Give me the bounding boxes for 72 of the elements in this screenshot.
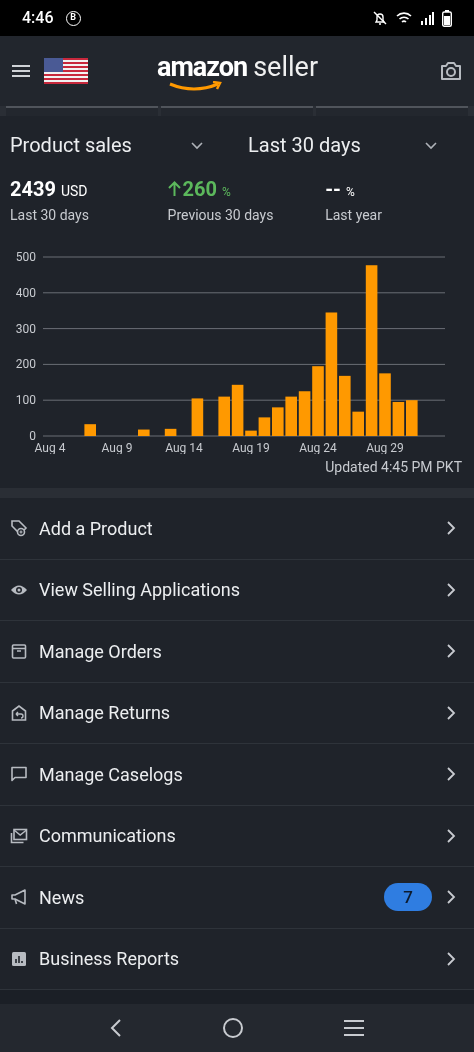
- stat-label: Last 30 days: [10, 206, 90, 225]
- chevron-right-icon: [446, 705, 456, 720]
- updated-time: Updated 4:45 PM PKT: [324, 458, 463, 477]
- home-icon[interactable]: [222, 1017, 244, 1039]
- chat-bubble-icon: [10, 765, 28, 784]
- x-tick-label: Aug 24: [299, 441, 337, 454]
- bar: [285, 396, 297, 436]
- y-tick-label: 100: [15, 393, 36, 408]
- bar: [218, 396, 230, 436]
- up-arrow-icon: [167, 181, 181, 197]
- chevron-down-icon: [424, 140, 438, 150]
- y-tick-label: 0: [29, 429, 36, 443]
- y-tick-label: 400: [15, 285, 36, 300]
- x-tick-label: Aug 14: [165, 441, 203, 454]
- menu-item[interactable]: Business Reports: [0, 928, 474, 990]
- tag-icon: [10, 519, 28, 538]
- mail-icon: [10, 826, 28, 845]
- chevron-down-icon: [190, 140, 204, 150]
- y-tick-label: 200: [15, 357, 36, 372]
- menu-item[interactable]: View Selling Applications: [0, 559, 474, 621]
- menu-item[interactable]: Manage Caselogs: [0, 744, 474, 806]
- box-icon: [10, 642, 28, 661]
- logo-word: amazon: [157, 52, 248, 82]
- count-badge: 7: [384, 883, 432, 912]
- menu-item[interactable]: News 7: [0, 867, 474, 929]
- smile-arrow-icon: [168, 81, 224, 93]
- chevron-right-icon: [446, 828, 456, 843]
- chevron-right-icon: [446, 767, 456, 782]
- menu-icon[interactable]: [12, 64, 30, 78]
- stat-unit: %: [346, 184, 355, 201]
- bar-chart-icon: [10, 949, 28, 968]
- menu-item[interactable]: Manage Orders: [0, 621, 474, 683]
- menu-item[interactable]: Manage Returns: [0, 682, 474, 744]
- chevron-right-icon: [446, 582, 456, 597]
- bar: [84, 424, 96, 436]
- stat-value: 260: [182, 176, 218, 203]
- back-icon[interactable]: [109, 1018, 124, 1038]
- stat-label: Previous 30 days: [167, 206, 275, 225]
- y-tick-label: 300: [15, 321, 36, 336]
- stat-value: 2439: [10, 176, 56, 203]
- chevron-right-icon: [446, 644, 456, 659]
- bar: [406, 400, 418, 436]
- stat-unit: %: [222, 184, 231, 201]
- us-flag-icon[interactable]: [44, 58, 88, 84]
- bar: [191, 398, 204, 436]
- stat-value: --: [325, 176, 341, 203]
- chevron-right-icon: [446, 521, 456, 536]
- metric-dropdown[interactable]: Product sales: [10, 130, 210, 160]
- x-tick-label: Aug 29: [366, 441, 404, 454]
- x-tick-label: Aug 9: [101, 441, 133, 454]
- chevron-right-icon: [446, 951, 456, 966]
- chevron-right-icon: [446, 890, 456, 905]
- return-box-icon: [10, 703, 28, 722]
- stat-unit: USD: [60, 182, 88, 201]
- signal-icon: [420, 11, 434, 25]
- x-tick-label: Aug 4: [34, 441, 66, 454]
- stat-label: Last year: [325, 206, 383, 225]
- recents-icon[interactable]: [342, 1019, 365, 1037]
- menu-item[interactable]: Communications: [0, 805, 474, 867]
- status-time: 4:46: [22, 7, 54, 29]
- bar: [164, 428, 177, 436]
- mute-icon: [372, 10, 388, 26]
- megaphone-icon: [10, 888, 28, 907]
- camera-icon[interactable]: [440, 61, 462, 81]
- menu-item[interactable]: Add a Product: [0, 498, 474, 560]
- wifi-icon: [396, 11, 412, 25]
- logo-suffix: seller: [253, 52, 319, 82]
- y-tick-label: 500: [15, 250, 36, 264]
- x-tick-label: Aug 19: [232, 441, 270, 454]
- period-dropdown[interactable]: Last 30 days: [248, 130, 440, 160]
- battery-icon: [442, 9, 452, 27]
- bar: [138, 429, 150, 436]
